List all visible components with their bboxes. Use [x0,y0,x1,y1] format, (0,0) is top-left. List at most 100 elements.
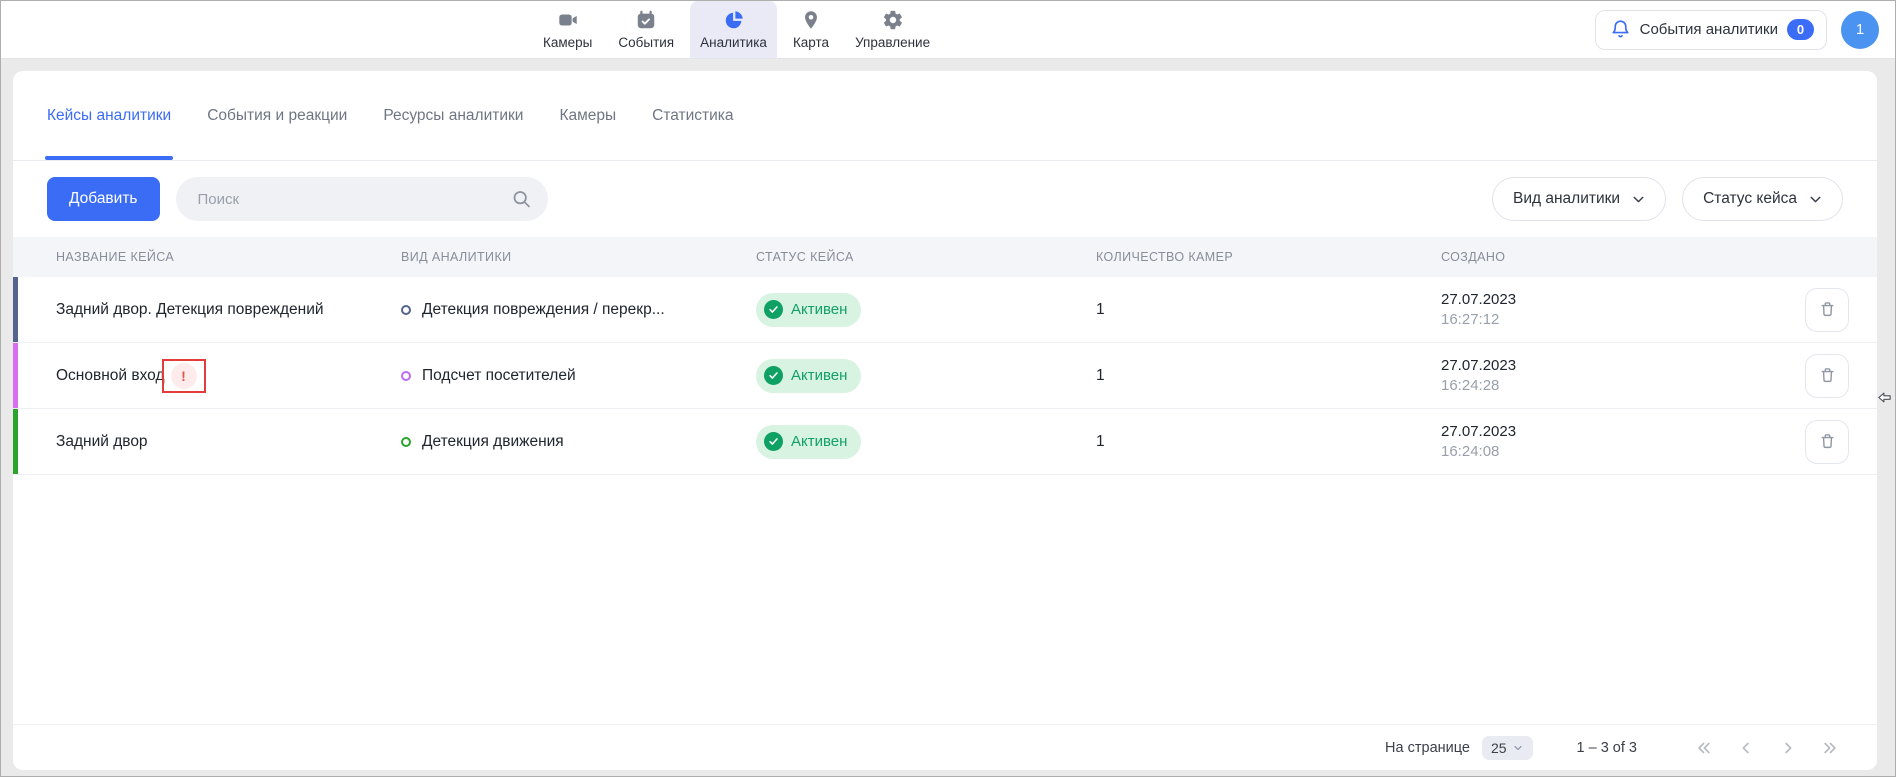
tab-analytics-cases[interactable]: Кейсы аналитики [47,71,171,160]
nav-item-analytics[interactable]: Аналитика [690,1,777,58]
created-time: 16:24:08 [1441,442,1757,462]
chevron-down-icon [1512,742,1524,754]
pager-controls [1695,739,1839,757]
trash-icon [1817,431,1838,452]
camera-count: 1 [1096,301,1105,318]
status-label: Активен [791,367,847,384]
chevron-left-icon [1737,739,1755,757]
trash-icon [1817,299,1838,320]
pagination-bar: На странице 25 1 – 3 of 3 [13,724,1877,770]
created-date: 27.07.2023 [1441,356,1757,376]
warning-highlight-box: ! [162,359,206,393]
per-page-select[interactable]: 25 [1482,736,1533,760]
app-window: Камеры События Аналитика Карта [0,0,1896,777]
events-count-badge: 0 [1787,19,1814,40]
nav-item-label: Управление [855,35,930,50]
created-date: 27.07.2023 [1441,290,1757,310]
per-page-label: На странице [1385,740,1470,756]
pie-chart-icon [723,8,745,32]
prev-page-button[interactable] [1737,739,1755,757]
section-tabs: Кейсы аналитики События и реакции Ресурс… [13,71,1877,161]
nav-item-label: Аналитика [700,35,767,50]
status-badge: Активен [756,359,861,393]
tab-events-reactions[interactable]: События и реакции [207,71,347,160]
search-input[interactable] [176,177,548,221]
case-color-bar [13,277,18,342]
case-status-filter[interactable]: Статус кейса [1682,177,1843,221]
analytics-type-dot [401,437,411,447]
column-header-case-name: НАЗВАНИЕ КЕЙСА [13,250,401,264]
chevron-down-icon [1807,191,1824,208]
tab-analytics-resources[interactable]: Ресурсы аналитики [383,71,523,160]
mouse-cursor [1877,390,1892,410]
page-range-text: 1 – 3 of 3 [1577,740,1637,756]
search-icon[interactable] [511,189,532,210]
delete-case-button[interactable] [1805,354,1849,398]
double-chevron-left-icon [1695,739,1713,757]
top-right-controls: События аналитики 0 1 [1595,10,1879,50]
created-date: 27.07.2023 [1441,422,1757,442]
warning-icon: ! [171,363,197,389]
table-row[interactable]: Задний двор Детекция движения Активен 1 … [13,409,1877,475]
analytics-events-button[interactable]: События аналитики 0 [1595,10,1827,50]
analytics-cases-panel: Кейсы аналитики События и реакции Ресурс… [13,71,1877,770]
calendar-check-icon [635,8,657,32]
camera-count: 1 [1096,433,1105,450]
tab-cameras[interactable]: Камеры [559,71,616,160]
table-row[interactable]: Задний двор. Детекция повреждений Детекц… [13,277,1877,343]
trash-icon [1817,365,1838,386]
last-page-button[interactable] [1821,739,1839,757]
status-label: Активен [791,433,847,450]
column-header-analytics-type: ВИД АНАЛИТИКИ [401,250,756,264]
analytics-type-label: Подсчет посетителей [422,367,576,385]
column-header-created: СОЗДАНО [1441,250,1757,264]
double-chevron-right-icon [1821,739,1839,757]
column-header-case-status: СТАТУС КЕЙСА [756,250,1096,264]
nav-item-management[interactable]: Управление [845,1,940,58]
chevron-right-icon [1779,739,1797,757]
case-name: Задний двор. Детекция повреждений [56,301,324,319]
case-color-bar [13,343,18,408]
camera-count: 1 [1096,367,1105,384]
case-name: Задний двор [56,433,148,451]
bell-icon [1610,19,1631,40]
analytics-type-filter[interactable]: Вид аналитики [1492,177,1666,221]
case-color-bar [13,409,18,474]
column-header-camera-count: КОЛИЧЕСТВО КАМЕР [1096,250,1441,264]
analytics-type-label: Детекция повреждения / перекр... [422,301,665,319]
first-page-button[interactable] [1695,739,1713,757]
check-circle-icon [764,300,783,319]
delete-case-button[interactable] [1805,420,1849,464]
delete-case-button[interactable] [1805,288,1849,332]
analytics-events-label: События аналитики [1640,21,1778,38]
status-badge: Активен [756,425,861,459]
nav-item-label: События [618,35,674,50]
gear-icon [882,8,904,32]
next-page-button[interactable] [1779,739,1797,757]
map-pin-icon [800,8,822,32]
main-navigation: Камеры События Аналитика Карта [533,1,940,58]
nav-item-label: Камеры [543,35,592,50]
table-header-row: НАЗВАНИЕ КЕЙСА ВИД АНАЛИТИКИ СТАТУС КЕЙС… [13,237,1877,277]
check-circle-icon [764,432,783,451]
tab-statistics[interactable]: Статистика [652,71,733,160]
analytics-type-label: Детекция движения [422,433,564,451]
analytics-type-filter-label: Вид аналитики [1513,190,1620,208]
case-status-filter-label: Статус кейса [1703,190,1797,208]
created-time: 16:27:12 [1441,310,1757,330]
analytics-type-dot [401,305,411,315]
search-box [176,177,548,221]
check-circle-icon [764,366,783,385]
nav-item-cameras[interactable]: Камеры [533,1,602,58]
analytics-type-dot [401,371,411,381]
status-label: Активен [791,301,847,318]
table-row[interactable]: Основной вход ! Подсчет посетителей Акти… [13,343,1877,409]
camera-icon [557,8,579,32]
nav-item-events[interactable]: События [608,1,684,58]
user-avatar[interactable]: 1 [1841,11,1879,49]
created-time: 16:24:28 [1441,376,1757,396]
add-case-button[interactable]: Добавить [47,177,160,221]
nav-item-map[interactable]: Карта [783,1,839,58]
top-bar: Камеры События Аналитика Карта [1,1,1895,59]
per-page-value: 25 [1491,740,1507,756]
